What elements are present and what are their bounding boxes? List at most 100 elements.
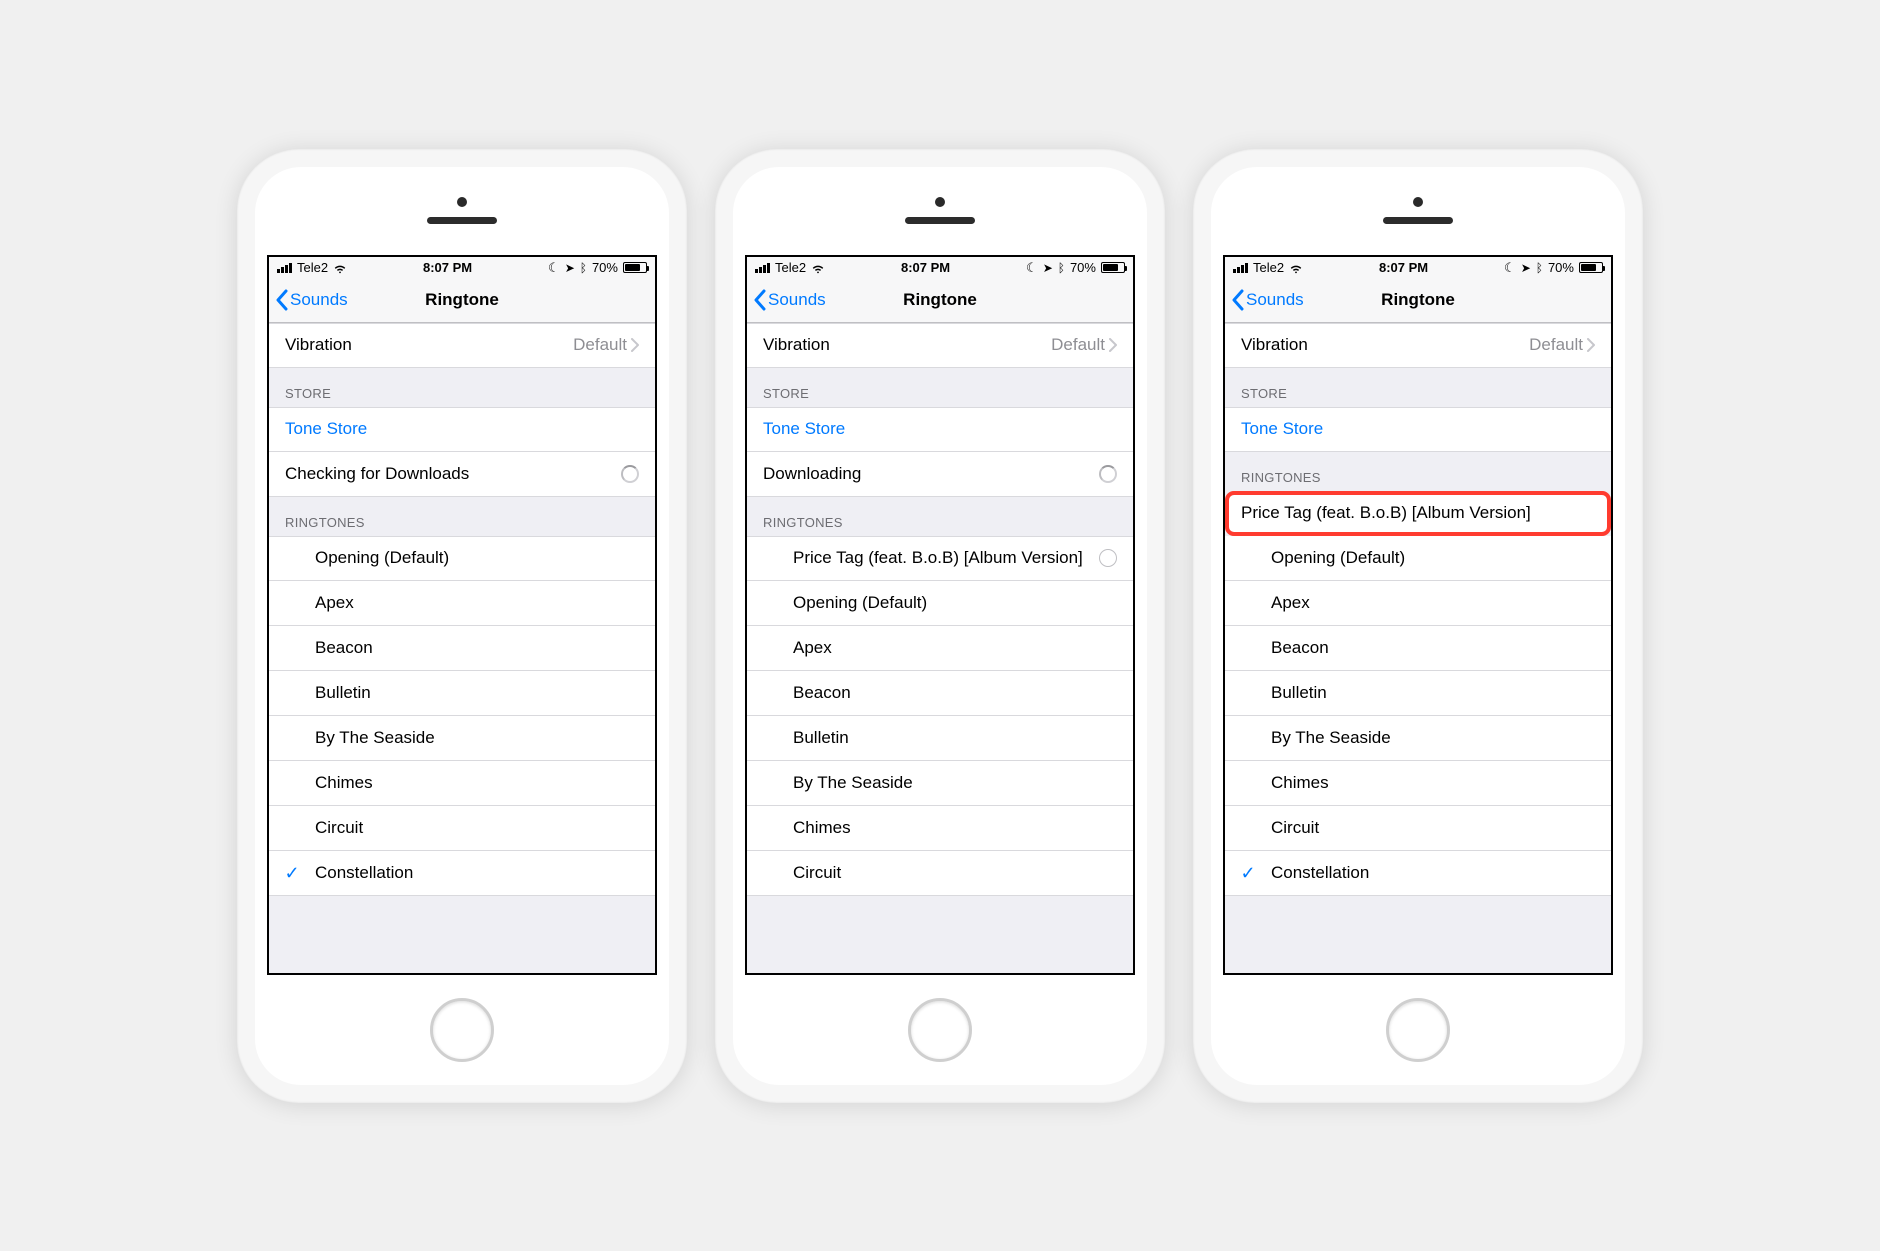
carrier-label: Tele2 — [1253, 260, 1284, 275]
phone-top-hardware — [1211, 167, 1625, 255]
bluetooth-icon: ᛒ — [1536, 261, 1543, 275]
ringtone-row[interactable]: Bulletin — [269, 671, 655, 716]
status-bar: Tele2 8:07 PM ☾ ➤ ᛒ 70% — [269, 257, 655, 279]
chevron-right-icon — [631, 338, 639, 352]
tone-store-row[interactable]: Tone Store — [1225, 407, 1611, 452]
ringtone-label: Opening (Default) — [315, 548, 639, 568]
ringtone-row[interactable]: Beacon — [269, 626, 655, 671]
phone-top-hardware — [733, 167, 1147, 255]
front-camera-icon — [935, 197, 945, 207]
spinner-icon — [621, 465, 639, 483]
ringtone-label: Circuit — [1271, 818, 1595, 838]
tone-store-label: Tone Store — [1241, 419, 1323, 439]
ringtone-label: By The Seaside — [793, 773, 1117, 793]
ringtone-row[interactable]: Circuit — [1225, 806, 1611, 851]
home-button[interactable] — [1386, 998, 1450, 1062]
chevron-right-icon — [1587, 338, 1595, 352]
battery-pct-label: 70% — [1070, 260, 1096, 275]
ringtone-row[interactable]: Opening (Default) — [1225, 536, 1611, 581]
ringtone-row[interactable]: Beacon — [747, 671, 1133, 716]
ringtone-row[interactable]: By The Seaside — [747, 761, 1133, 806]
ringtone-row[interactable]: Chimes — [747, 806, 1133, 851]
nav-bar: Sounds Ringtone — [747, 279, 1133, 323]
home-button[interactable] — [430, 998, 494, 1062]
ringtone-row[interactable]: Opening (Default) — [269, 536, 655, 581]
chevron-right-icon — [1109, 338, 1117, 352]
bluetooth-icon: ᛒ — [580, 261, 587, 275]
location-arrow-icon: ➤ — [1043, 261, 1053, 275]
moon-icon: ☾ — [548, 260, 560, 276]
ringtone-row[interactable]: Chimes — [269, 761, 655, 806]
ringtone-row[interactable]: Price Tag (feat. B.o.B) [Album Version] — [747, 536, 1133, 581]
ringtone-row[interactable]: Circuit — [747, 851, 1133, 896]
speaker-slot-icon — [1383, 217, 1453, 224]
ringtone-row[interactable]: Apex — [269, 581, 655, 626]
ringtone-row[interactable]: Chimes — [1225, 761, 1611, 806]
ringtone-label: Circuit — [793, 863, 1117, 883]
vibration-row[interactable]: Vibration Default — [747, 323, 1133, 368]
back-button[interactable]: Sounds — [269, 289, 348, 311]
download-progress-icon — [1099, 549, 1117, 567]
tone-store-label: Tone Store — [285, 419, 367, 439]
ringtone-row[interactable]: Constellation — [1225, 851, 1611, 896]
tone-store-label: Tone Store — [763, 419, 845, 439]
wifi-icon — [333, 261, 347, 275]
battery-icon — [1101, 262, 1125, 273]
ringtone-row[interactable]: Bulletin — [1225, 671, 1611, 716]
vibration-value: Default — [1529, 335, 1583, 355]
ringtone-list: Price Tag (feat. B.o.B) [Album Version]O… — [1225, 491, 1611, 896]
ringtone-label: Bulletin — [1271, 683, 1595, 703]
tone-store-row[interactable]: Tone Store — [747, 407, 1133, 452]
back-label: Sounds — [768, 290, 826, 310]
ringtone-list: Opening (Default) Apex Beacon Bulletin By Th… — [269, 536, 655, 896]
ringtone-row[interactable]: Apex — [747, 626, 1133, 671]
vibration-row[interactable]: Vibration Default — [1225, 323, 1611, 368]
store-status-row: Checking for Downloads — [269, 452, 655, 497]
vibration-value: Default — [573, 335, 627, 355]
ringtone-row[interactable]: Opening (Default) — [747, 581, 1133, 626]
ringtone-label: Constellation — [1271, 863, 1595, 883]
home-button[interactable] — [908, 998, 972, 1062]
battery-pct-label: 70% — [592, 260, 618, 275]
store-status-label: Checking for Downloads — [285, 464, 469, 484]
ringtone-label: Constellation — [315, 863, 639, 883]
ringtone-label: Apex — [1271, 593, 1595, 613]
tone-store-row[interactable]: Tone Store — [269, 407, 655, 452]
ringtone-label: Bulletin — [793, 728, 1117, 748]
status-bar: Tele2 8:07 PM ☾ ➤ ᛒ 70% — [747, 257, 1133, 279]
ringtone-row[interactable]: By The Seaside — [1225, 716, 1611, 761]
battery-icon — [623, 262, 647, 273]
speaker-slot-icon — [905, 217, 975, 224]
store-section-header: STORE — [747, 368, 1133, 407]
checkmark-icon: ✓ — [1240, 863, 1255, 884]
phone-1: Tele2 8:07 PM ☾ ➤ ᛒ 70% Sound — [237, 149, 687, 1103]
back-button[interactable]: Sounds — [747, 289, 826, 311]
ringtone-label: By The Seaside — [315, 728, 639, 748]
ringtone-row[interactable]: Apex — [1225, 581, 1611, 626]
vibration-row[interactable]: Vibration Default — [269, 323, 655, 368]
ringtone-row[interactable]: Constellation — [269, 851, 655, 896]
ringtone-label: Circuit — [315, 818, 639, 838]
ringtone-row[interactable]: Price Tag (feat. B.o.B) [Album Version] — [1225, 491, 1611, 536]
battery-icon — [1579, 262, 1603, 273]
status-bar: Tele2 8:07 PM ☾ ➤ ᛒ 70% — [1225, 257, 1611, 279]
ringtone-label: Chimes — [1271, 773, 1595, 793]
bluetooth-icon: ᛒ — [1058, 261, 1065, 275]
ringtone-label: Apex — [793, 638, 1117, 658]
chevron-left-icon — [275, 289, 288, 311]
ringtone-row[interactable]: By The Seaside — [269, 716, 655, 761]
ringtone-row[interactable]: Beacon — [1225, 626, 1611, 671]
store-section-header: STORE — [1225, 368, 1611, 407]
nav-bar: Sounds Ringtone — [1225, 279, 1611, 323]
screen: Tele2 8:07 PM ☾ ➤ ᛒ 70% Sound — [745, 255, 1135, 975]
ringtone-label: Opening (Default) — [793, 593, 1117, 613]
ringtone-row[interactable]: Circuit — [269, 806, 655, 851]
phone-2: Tele2 8:07 PM ☾ ➤ ᛒ 70% Sound — [715, 149, 1165, 1103]
carrier-label: Tele2 — [775, 260, 806, 275]
vibration-label: Vibration — [1241, 335, 1308, 355]
ringtone-label: Beacon — [315, 638, 639, 658]
ringtone-list: Price Tag (feat. B.o.B) [Album Version] O… — [747, 536, 1133, 896]
signal-bars-icon — [277, 263, 292, 273]
ringtone-row[interactable]: Bulletin — [747, 716, 1133, 761]
back-button[interactable]: Sounds — [1225, 289, 1304, 311]
